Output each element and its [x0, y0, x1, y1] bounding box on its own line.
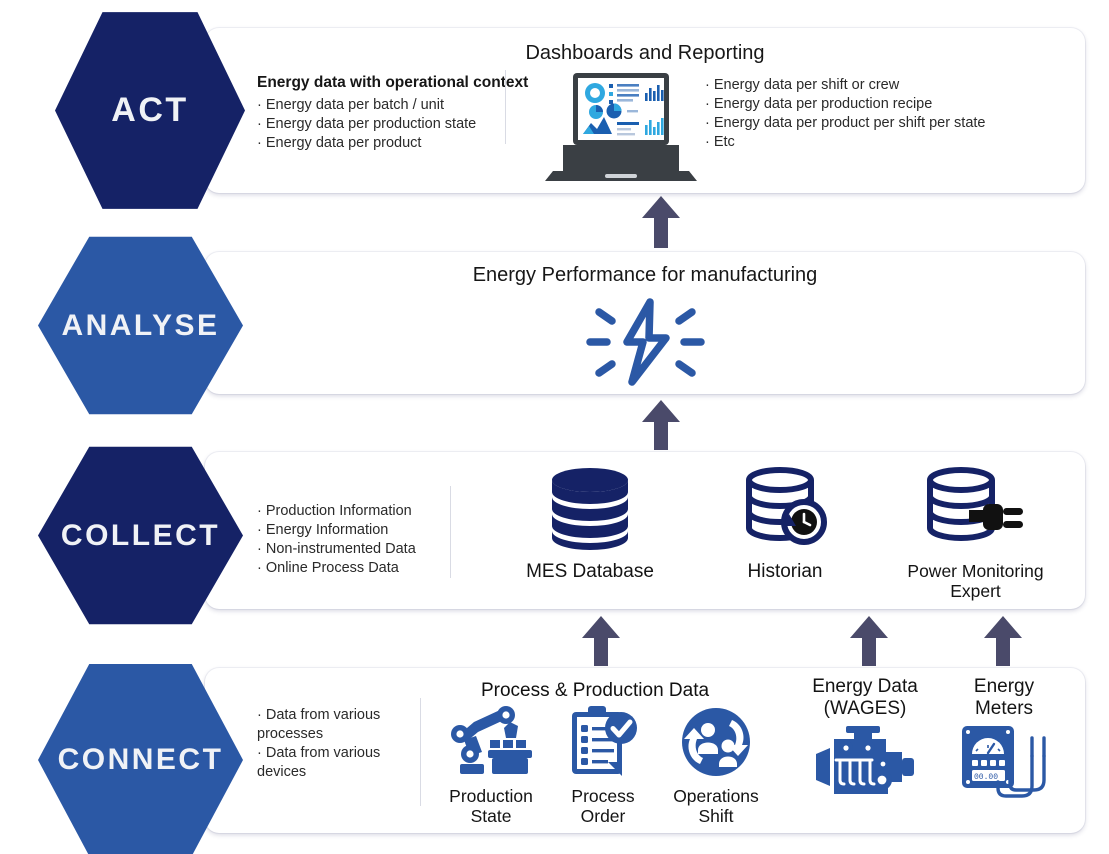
- panel-connect: Data from various processes Data from va…: [205, 668, 1085, 833]
- arrow-collect-to-analyse: [640, 400, 682, 450]
- source-label: Production State: [449, 786, 533, 826]
- connect-bullets: Data from various processes Data from va…: [257, 706, 407, 782]
- list-item: Energy data per production state: [257, 115, 528, 134]
- list-item: Online Process Data: [257, 559, 416, 578]
- source-label: Energy Meters: [973, 676, 1035, 719]
- stage-label-connect: CONNECT: [57, 743, 224, 776]
- source-production-state[interactable]: Production State: [435, 706, 547, 826]
- arrow-connect-to-collect-3: [982, 616, 1024, 666]
- panel-collect: Production Information Energy Informatio…: [205, 452, 1085, 609]
- source-label: Power Monitoring Expert: [907, 561, 1044, 601]
- engine-motor-icon: [810, 724, 920, 807]
- list-item: Energy data per production recipe: [705, 95, 986, 114]
- source-label: MES Database: [526, 561, 654, 582]
- list-item: Energy Information: [257, 521, 416, 540]
- robot-arm-icon: [448, 706, 534, 783]
- list-item: Energy data per product per shift per st…: [705, 114, 986, 133]
- collect-bullets: Production Information Energy Informatio…: [257, 502, 416, 578]
- connect-divider: [420, 698, 421, 806]
- source-process-order[interactable]: Process Order: [550, 704, 656, 826]
- database-plug-icon: [921, 466, 1031, 557]
- lightning-bolt-icon: [205, 294, 1085, 390]
- arrow-connect-to-collect-1: [580, 616, 622, 666]
- stage-label-collect: COLLECT: [60, 518, 221, 552]
- source-operations-shift[interactable]: Operations Shift: [657, 706, 775, 826]
- dashboard-laptop-icon: [545, 71, 697, 188]
- list-item: Non-instrumented Data: [257, 540, 416, 559]
- list-item: Etc: [705, 133, 986, 152]
- diagram-canvas: Dashboards and Reporting Energy data wit…: [0, 0, 1109, 854]
- list-item: Energy data per product: [257, 134, 528, 153]
- source-energy-data-wages[interactable]: Energy Data (WAGES): [795, 676, 935, 807]
- source-energy-meters[interactable]: Energy Meters 00.00: [945, 676, 1063, 811]
- arrow-connect-to-collect-2: [848, 616, 890, 666]
- arrow-analyse-to-act: [640, 196, 682, 248]
- database-clock-icon: [742, 466, 828, 557]
- multimeter-icon: 00.00: [956, 724, 1052, 811]
- act-bullets-right: Energy data per shift or crew Energy dat…: [705, 76, 986, 152]
- source-power-monitoring-expert[interactable]: Power Monitoring Expert: [873, 466, 1078, 601]
- list-item: Energy data per shift or crew: [705, 76, 986, 95]
- source-label: Process Order: [571, 786, 635, 826]
- stage-label-act: ACT: [111, 91, 189, 129]
- panel-act: Dashboards and Reporting Energy data wit…: [205, 28, 1085, 193]
- list-item: Data from various processes: [257, 706, 407, 744]
- database-solid-icon: [544, 466, 636, 557]
- act-panel-title: Dashboards and Reporting: [525, 42, 765, 64]
- panel-analyse: Energy Performance for manufacturing: [205, 252, 1085, 394]
- act-divider: [505, 70, 506, 144]
- source-label: Energy Data (WAGES): [812, 676, 918, 719]
- source-mes-database[interactable]: MES Database: [495, 466, 685, 583]
- source-label: Historian: [747, 561, 823, 582]
- list-item: Energy data per batch / unit: [257, 96, 528, 115]
- act-subhead: Energy data with operational context: [257, 74, 529, 91]
- connect-group-title: Process & Production Data: [480, 680, 710, 701]
- collect-divider: [450, 486, 451, 578]
- list-item: Production Information: [257, 502, 416, 521]
- clipboard-check-icon: [566, 704, 640, 783]
- shift-handover-icon: [680, 706, 752, 783]
- list-item: Data from various devices: [257, 744, 407, 782]
- stage-label-analyse: ANALYSE: [61, 308, 220, 342]
- analyse-panel-title: Energy Performance for manufacturing: [472, 264, 818, 286]
- source-historian[interactable]: Historian: [695, 466, 875, 583]
- act-bullets-left: Energy data per batch / unit Energy data…: [257, 96, 528, 153]
- source-label: Operations Shift: [673, 786, 759, 826]
- svg-text:00.00: 00.00: [974, 773, 998, 782]
